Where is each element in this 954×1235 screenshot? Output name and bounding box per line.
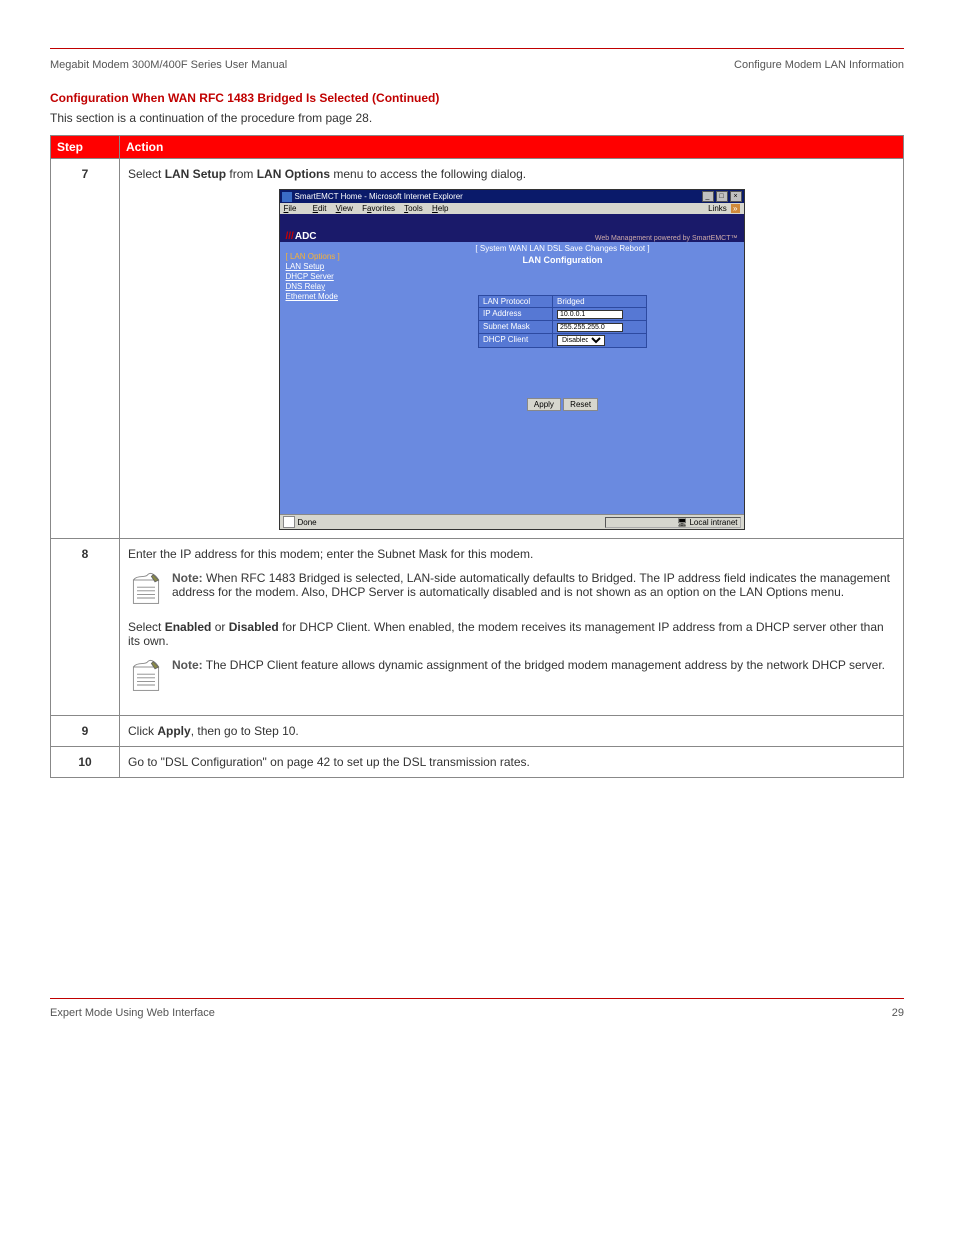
bold-lan-setup: LAN Setup [165, 167, 226, 181]
bold-lan-options: LAN Options [257, 167, 330, 181]
page-footer: Expert Mode Using Web Interface 29 [50, 1007, 904, 1019]
footer-left: Expert Mode Using Web Interface [50, 1007, 215, 1019]
step-number: 9 [51, 716, 120, 747]
security-zone: 🖥 Local intranet [605, 517, 741, 528]
powered-by: Web Management powered by SmartEMCT™ [595, 235, 738, 242]
dhcp-client-select[interactable]: Disabled [557, 335, 605, 346]
sidebar-ethernet-mode[interactable]: Ethernet Mode [286, 292, 376, 301]
step-action: Go to "DSL Configuration" on page 42 to … [120, 747, 904, 778]
note-icon [128, 571, 164, 610]
maximize-button[interactable]: □ [716, 191, 728, 202]
menu-file[interactable]: File [284, 204, 304, 213]
sidebar-heading: [ LAN Options ] [286, 252, 376, 261]
sidebar-dhcp-server[interactable]: DHCP Server [286, 272, 376, 281]
table-row: 9 Click Apply, then go to Step 10. [51, 716, 904, 747]
reset-button[interactable]: Reset [563, 398, 598, 411]
note-body: When RFC 1483 Bridged is selected, LAN-s… [172, 571, 890, 599]
step-number: 10 [51, 747, 120, 778]
col-step: Step [51, 136, 120, 159]
menu-help[interactable]: Help [432, 204, 448, 213]
header-right: Configure Modem LAN Information [734, 59, 904, 71]
bold-enabled: Enabled [165, 620, 212, 634]
dhcp-client-label: DHCP Client [479, 334, 553, 348]
window-titlebar: SmartEMCT Home - Microsoft Internet Expl… [280, 190, 744, 203]
go-button[interactable]: » [731, 204, 739, 213]
step-number: 7 [51, 159, 120, 539]
status-done: Done [298, 518, 317, 527]
sidebar-dns-relay[interactable]: DNS Relay [286, 282, 376, 291]
bold-apply: Apply [157, 724, 190, 738]
step-number: 8 [51, 539, 120, 716]
step-action: Enter the IP address for this modem; ent… [120, 539, 904, 716]
ip-address-label: IP Address [479, 308, 553, 321]
top-nav[interactable]: [ System WAN LAN DSL Save Changes Reboot… [386, 244, 740, 253]
ip-address-input[interactable] [557, 310, 623, 319]
links-label: Links [708, 204, 727, 213]
step8-line1: Enter the IP address for this modem; ent… [128, 547, 895, 561]
table-row: 8 Enter the IP address for this modem; e… [51, 539, 904, 716]
menu-favorites[interactable]: Favorites [362, 204, 395, 213]
note-label: Note: [172, 658, 203, 672]
menu-tools[interactable]: Tools [404, 204, 423, 213]
top-rule [50, 48, 904, 49]
lan-config-form: LAN Protocol Bridged IP Address [478, 295, 647, 348]
menu-edit[interactable]: Edit [313, 204, 327, 213]
note-icon [128, 658, 164, 697]
apply-button[interactable]: Apply [527, 398, 561, 411]
table-row: 7 Select LAN Setup from LAN Options menu… [51, 159, 904, 539]
note-body: The DHCP Client feature allows dynamic a… [206, 658, 885, 672]
intranet-icon: 🖥 [677, 518, 687, 527]
page-header: Megabit Modem 300M/400F Series User Manu… [50, 59, 904, 71]
embedded-screenshot: SmartEMCT Home - Microsoft Internet Expl… [279, 189, 745, 530]
sidebar: [ LAN Options ] LAN Setup DHCP Server DN… [280, 242, 382, 514]
lan-protocol-label: LAN Protocol [479, 296, 553, 308]
sidebar-lan-setup[interactable]: LAN Setup [286, 262, 376, 271]
header-left: Megabit Modem 300M/400F Series User Manu… [50, 59, 287, 71]
table-row: 10 Go to "DSL Configuration" on page 42 … [51, 747, 904, 778]
step-action: Select LAN Setup from LAN Options menu t… [120, 159, 904, 539]
close-button[interactable]: × [730, 191, 742, 202]
footer-right: 29 [892, 1007, 904, 1019]
bottom-rule [50, 998, 904, 999]
note-label: Note: [172, 571, 203, 585]
bold-disabled: Disabled [229, 620, 279, 634]
subnet-mask-input[interactable] [557, 323, 623, 332]
lan-config-title: LAN Configuration [386, 255, 740, 265]
window-title: SmartEMCT Home - Microsoft Internet Expl… [295, 192, 463, 201]
step-action: Click Apply, then go to Step 10. [120, 716, 904, 747]
brand-logo: ADC [286, 231, 317, 242]
col-action: Action [120, 136, 904, 159]
subnet-mask-label: Subnet Mask [479, 321, 553, 334]
procedure-table: Step Action 7 Select LAN Setup from LAN … [50, 135, 904, 778]
intro-text: This section is a continuation of the pr… [50, 111, 904, 125]
menu-view[interactable]: View [336, 204, 353, 213]
section-title: Configuration When WAN RFC 1483 Bridged … [50, 91, 904, 105]
minimize-button[interactable]: _ [702, 191, 714, 202]
ie-icon [282, 192, 292, 202]
lan-protocol-value: Bridged [553, 296, 647, 308]
ie-page-icon [283, 516, 295, 528]
browser-menubar[interactable]: File Edit View Favorites Tools Help [284, 204, 456, 213]
